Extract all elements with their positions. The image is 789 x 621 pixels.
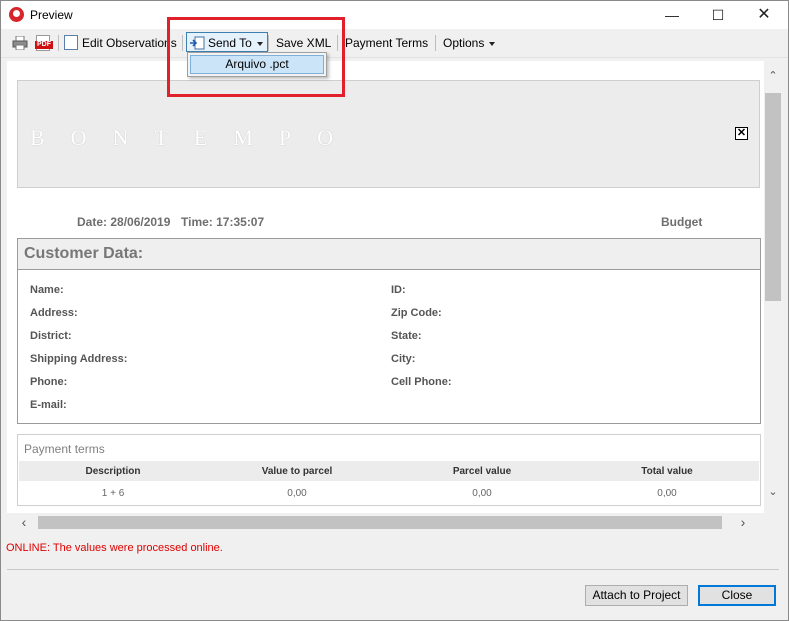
- vertical-scrollbar[interactable]: ⌃ ⌄: [764, 61, 782, 513]
- close-icon[interactable]: ✕: [735, 127, 748, 140]
- field-state-label: State:: [391, 330, 422, 342]
- printer-icon[interactable]: [12, 36, 28, 50]
- table-cell-value-to-parcel: 0,00: [287, 488, 307, 499]
- highlight-box: [167, 17, 345, 97]
- edit-observations-button[interactable]: Edit Observations: [64, 34, 177, 52]
- field-phone-label: Phone:: [30, 376, 68, 388]
- payment-terms-button[interactable]: Payment Terms: [345, 34, 428, 52]
- status-message: ONLINE: The values were processed online…: [6, 542, 223, 554]
- preview-document: BONTEMPO ✕ Date: 28/06/2019 Time: 17:35:…: [7, 61, 764, 513]
- field-id-label: ID:: [391, 284, 406, 296]
- field-shipping-address-label: Shipping Address:: [30, 353, 128, 365]
- edit-observations-label: Edit Observations: [82, 36, 177, 50]
- scroll-right-icon[interactable]: ›: [734, 514, 752, 530]
- title-bar: Preview — ☐ ✕: [1, 1, 788, 29]
- options-button[interactable]: Options: [443, 34, 496, 52]
- document-date: Date: 28/06/2019: [77, 215, 171, 229]
- scroll-down-icon[interactable]: ⌄: [764, 485, 782, 498]
- field-cell-phone-label: Cell Phone:: [391, 376, 452, 388]
- payment-terms-panel: Payment terms Description Value to parce…: [17, 434, 761, 506]
- column-header-value-to-parcel: Value to parcel: [261, 466, 333, 477]
- preview-window: Preview — ☐ ✕ PDF Edit Observations Send…: [0, 0, 789, 621]
- field-address-label: Address:: [30, 307, 78, 319]
- attach-to-project-button[interactable]: Attach to Project: [585, 585, 688, 606]
- footer-divider: [7, 569, 779, 570]
- customer-data-title: Customer Data:: [24, 245, 144, 262]
- company-banner: BONTEMPO ✕: [17, 80, 760, 188]
- document-type: Budget: [661, 215, 703, 229]
- chevron-down-icon: [489, 41, 496, 46]
- payment-terms-title: Payment terms: [24, 442, 105, 456]
- app-logo-icon: [9, 7, 24, 22]
- horizontal-scroll-thumb[interactable]: [38, 516, 722, 529]
- table-cell-parcel-value: 0,00: [472, 488, 492, 499]
- pdf-icon[interactable]: PDF: [35, 35, 53, 51]
- field-district-label: District:: [30, 330, 72, 342]
- column-header-description: Description: [85, 466, 141, 477]
- vertical-scroll-thumb[interactable]: [765, 93, 781, 301]
- toolbar-separator: [58, 35, 59, 51]
- scroll-up-icon[interactable]: ⌃: [764, 69, 782, 82]
- scroll-left-icon[interactable]: ‹: [15, 514, 33, 530]
- customer-data-panel: Customer Data: Name: Address: District: …: [17, 238, 761, 424]
- close-button[interactable]: Close: [698, 585, 776, 606]
- toolbar: PDF Edit Observations Send To Save XML P…: [1, 29, 788, 58]
- table-cell-description: 1 + 6: [101, 488, 125, 499]
- toolbar-separator: [435, 35, 436, 51]
- window-title: Preview: [30, 8, 73, 22]
- field-city-label: City:: [391, 353, 416, 365]
- field-email-label: E-mail:: [30, 399, 67, 411]
- options-label: Options: [443, 36, 485, 50]
- minimize-button[interactable]: —: [649, 1, 695, 29]
- field-zip-code-label: Zip Code:: [391, 307, 442, 319]
- column-header-total-value: Total value: [641, 466, 693, 477]
- document-time: Time: 17:35:07: [181, 215, 265, 229]
- table-cell-total-value: 0,00: [657, 488, 677, 499]
- company-logo-text: BONTEMPO: [30, 125, 360, 150]
- edit-document-icon: [64, 35, 78, 51]
- maximize-button[interactable]: ☐: [695, 1, 741, 29]
- customer-data-header: Customer Data:: [18, 239, 760, 270]
- column-header-parcel-value: Parcel value: [452, 466, 512, 477]
- horizontal-scrollbar[interactable]: ‹ ›: [7, 514, 764, 531]
- window-close-button[interactable]: ✕: [741, 1, 787, 29]
- field-name-label: Name:: [30, 284, 64, 296]
